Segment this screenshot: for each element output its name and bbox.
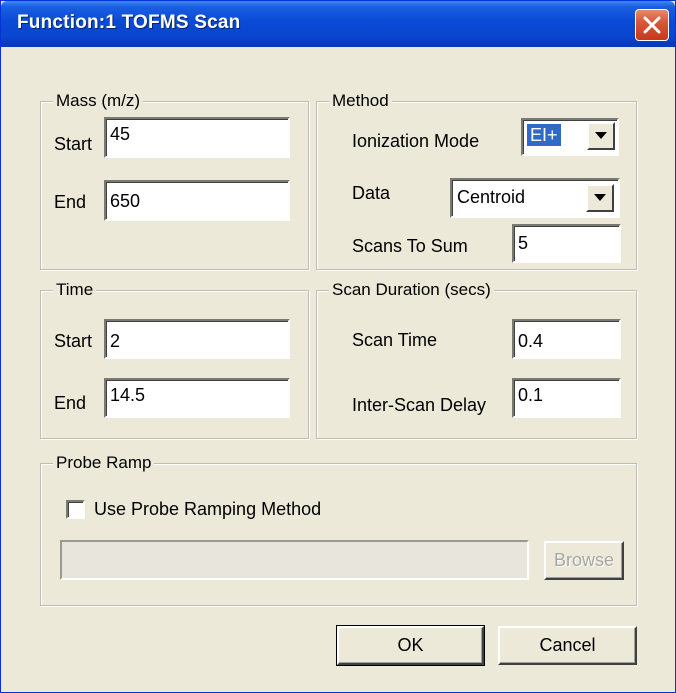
scan-time-input[interactable]: 0.4 [512, 319, 621, 359]
cancel-button[interactable]: Cancel [498, 626, 637, 665]
scan-duration-legend: Scan Duration (secs) [329, 280, 494, 300]
chevron-down-icon [594, 194, 606, 201]
mass-end-input[interactable]: 650 [104, 180, 290, 221]
data-dropdown-button[interactable] [586, 184, 614, 212]
title-bar[interactable]: Function:1 TOFMS Scan [1, 1, 675, 47]
probe-ramp-path-input[interactable] [60, 540, 529, 580]
inter-scan-delay-input[interactable]: 0.1 [512, 378, 621, 418]
mass-group: Mass (m/z) Start 45 End 650 [40, 91, 309, 270]
data-select[interactable]: Centroid [450, 178, 620, 218]
mass-legend: Mass (m/z) [53, 91, 144, 111]
scan-duration-group: Scan Duration (secs) Scan Time 0.4 Inter… [316, 280, 637, 439]
data-value: Centroid [457, 187, 526, 207]
mass-start-label: Start [54, 134, 93, 154]
scan-time-label: Scan Time [352, 330, 438, 350]
time-end-input[interactable]: 14.5 [104, 378, 290, 418]
close-icon [643, 16, 661, 34]
browse-button[interactable]: Browse [544, 541, 624, 580]
time-start-label: Start [54, 331, 93, 351]
time-group: Time Start 2 End 14.5 [40, 280, 309, 439]
time-end-label: End [54, 393, 87, 413]
ionization-mode-label: Ionization Mode [352, 131, 480, 151]
mass-start-input[interactable]: 45 [104, 117, 290, 158]
method-legend: Method [329, 91, 392, 111]
ionization-mode-dropdown-button[interactable] [587, 122, 615, 150]
time-start-input[interactable]: 2 [104, 319, 290, 359]
chevron-down-icon [595, 132, 607, 139]
ionization-mode-select[interactable]: EI+ [521, 118, 619, 156]
method-group: Method Ionization Mode EI+ Data Centroid… [316, 91, 637, 270]
data-label: Data [352, 183, 391, 203]
close-button[interactable] [635, 9, 669, 41]
use-probe-ramping-label[interactable]: Use Probe Ramping Method [94, 498, 321, 520]
mass-end-label: End [54, 192, 87, 212]
scans-to-sum-label: Scans To Sum [352, 236, 468, 256]
dialog-window: Function:1 TOFMS Scan Mass (m/z) Start 4… [0, 0, 676, 693]
ionization-mode-value: EI+ [527, 124, 561, 146]
probe-ramp-group: Probe Ramp Use Probe Ramping Method Brow… [40, 453, 637, 606]
use-probe-ramping-checkbox[interactable] [66, 500, 85, 519]
inter-scan-delay-label: Inter-Scan Delay [352, 395, 487, 415]
time-legend: Time [53, 280, 97, 300]
probe-ramp-legend: Probe Ramp [53, 453, 155, 473]
ok-button[interactable]: OK [336, 625, 485, 666]
scans-to-sum-input[interactable]: 5 [512, 224, 621, 263]
window-title: Function:1 TOFMS Scan [17, 12, 241, 33]
